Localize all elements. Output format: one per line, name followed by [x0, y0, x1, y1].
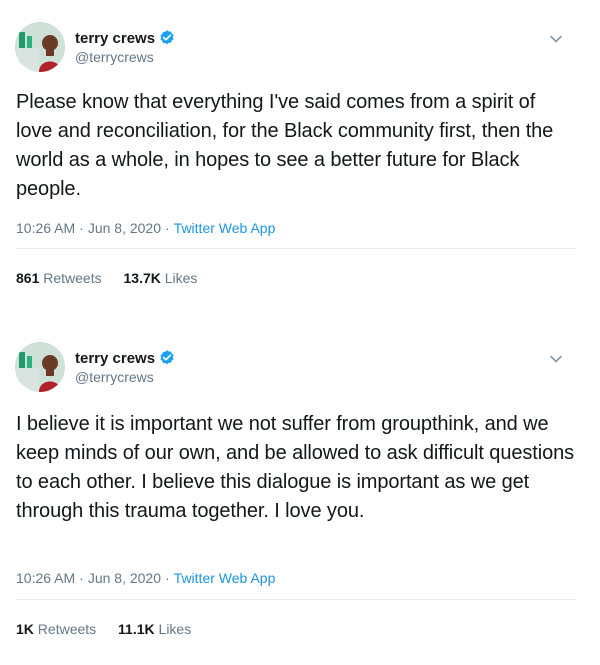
- retweets-stat[interactable]: 861 Retweets: [16, 270, 102, 286]
- avatar[interactable]: [15, 22, 65, 72]
- likes-count: 11.1K: [118, 621, 155, 637]
- tweet-text: Please know that everything I've said co…: [16, 91, 554, 200]
- tweet-date[interactable]: Jun 8, 2020: [88, 220, 161, 236]
- avatar-image: [15, 22, 65, 72]
- likes-stat[interactable]: 11.1K Likes: [118, 621, 191, 637]
- likes-count: 13.7K: [123, 270, 161, 286]
- meta-separator: ·: [165, 570, 170, 586]
- name-row: terry crews: [75, 28, 176, 48]
- divider: [16, 248, 576, 249]
- avatar-image: [15, 342, 65, 392]
- name-row: terry crews: [75, 348, 176, 368]
- retweets-label: Retweets: [37, 621, 97, 637]
- tweet-date[interactable]: Jun 8, 2020: [88, 570, 161, 586]
- meta-separator: ·: [79, 570, 84, 586]
- meta-separator: ·: [79, 220, 84, 236]
- tweet-card: terry crews @terrycrews I believe it is …: [0, 320, 600, 665]
- tweet-time[interactable]: 10:26 AM: [16, 570, 75, 586]
- tweet-meta: 10:26 AM · Jun 8, 2020 · Twitter Web App: [16, 570, 275, 586]
- avatar[interactable]: [15, 342, 65, 392]
- tweet-header: terry crews @terrycrews: [15, 342, 585, 394]
- verified-badge-icon: [158, 349, 176, 367]
- tweet-stats: 861 Retweets 13.7K Likes: [16, 270, 215, 286]
- tweet-card: terry crews @terrycrews Please know that…: [0, 0, 600, 300]
- likes-label: Likes: [158, 621, 192, 637]
- retweets-label: Retweets: [43, 270, 102, 286]
- chevron-down-icon[interactable]: [547, 30, 565, 48]
- retweets-stat[interactable]: 1K Retweets: [16, 621, 96, 637]
- chevron-down-icon[interactable]: [547, 350, 565, 368]
- retweets-count: 1K: [16, 621, 34, 637]
- verified-badge-icon: [158, 29, 176, 47]
- tweet-meta: 10:26 AM · Jun 8, 2020 · Twitter Web App: [16, 220, 275, 236]
- author-display-name[interactable]: terry crews: [75, 30, 155, 47]
- author-names: terry crews @terrycrews: [75, 348, 176, 385]
- author-handle[interactable]: @terrycrews: [75, 49, 176, 65]
- likes-stat[interactable]: 13.7K Likes: [124, 270, 198, 286]
- author-names: terry crews @terrycrews: [75, 28, 176, 65]
- tweet-header: terry crews @terrycrews: [15, 22, 585, 74]
- retweets-count: 861: [16, 270, 40, 286]
- likes-label: Likes: [164, 270, 198, 286]
- tweet-text: I believe it is important we not suffer …: [16, 413, 575, 522]
- tweet-time[interactable]: 10:26 AM: [16, 220, 75, 236]
- meta-separator: ·: [165, 220, 170, 236]
- author-display-name[interactable]: terry crews: [75, 350, 155, 367]
- author-handle[interactable]: @terrycrews: [75, 369, 176, 385]
- tweet-source-link[interactable]: Twitter Web App: [174, 570, 276, 586]
- divider: [16, 599, 576, 600]
- tweet-source-link[interactable]: Twitter Web App: [174, 220, 276, 236]
- tweet-stats: 1K Retweets 11.1K Likes: [16, 621, 209, 637]
